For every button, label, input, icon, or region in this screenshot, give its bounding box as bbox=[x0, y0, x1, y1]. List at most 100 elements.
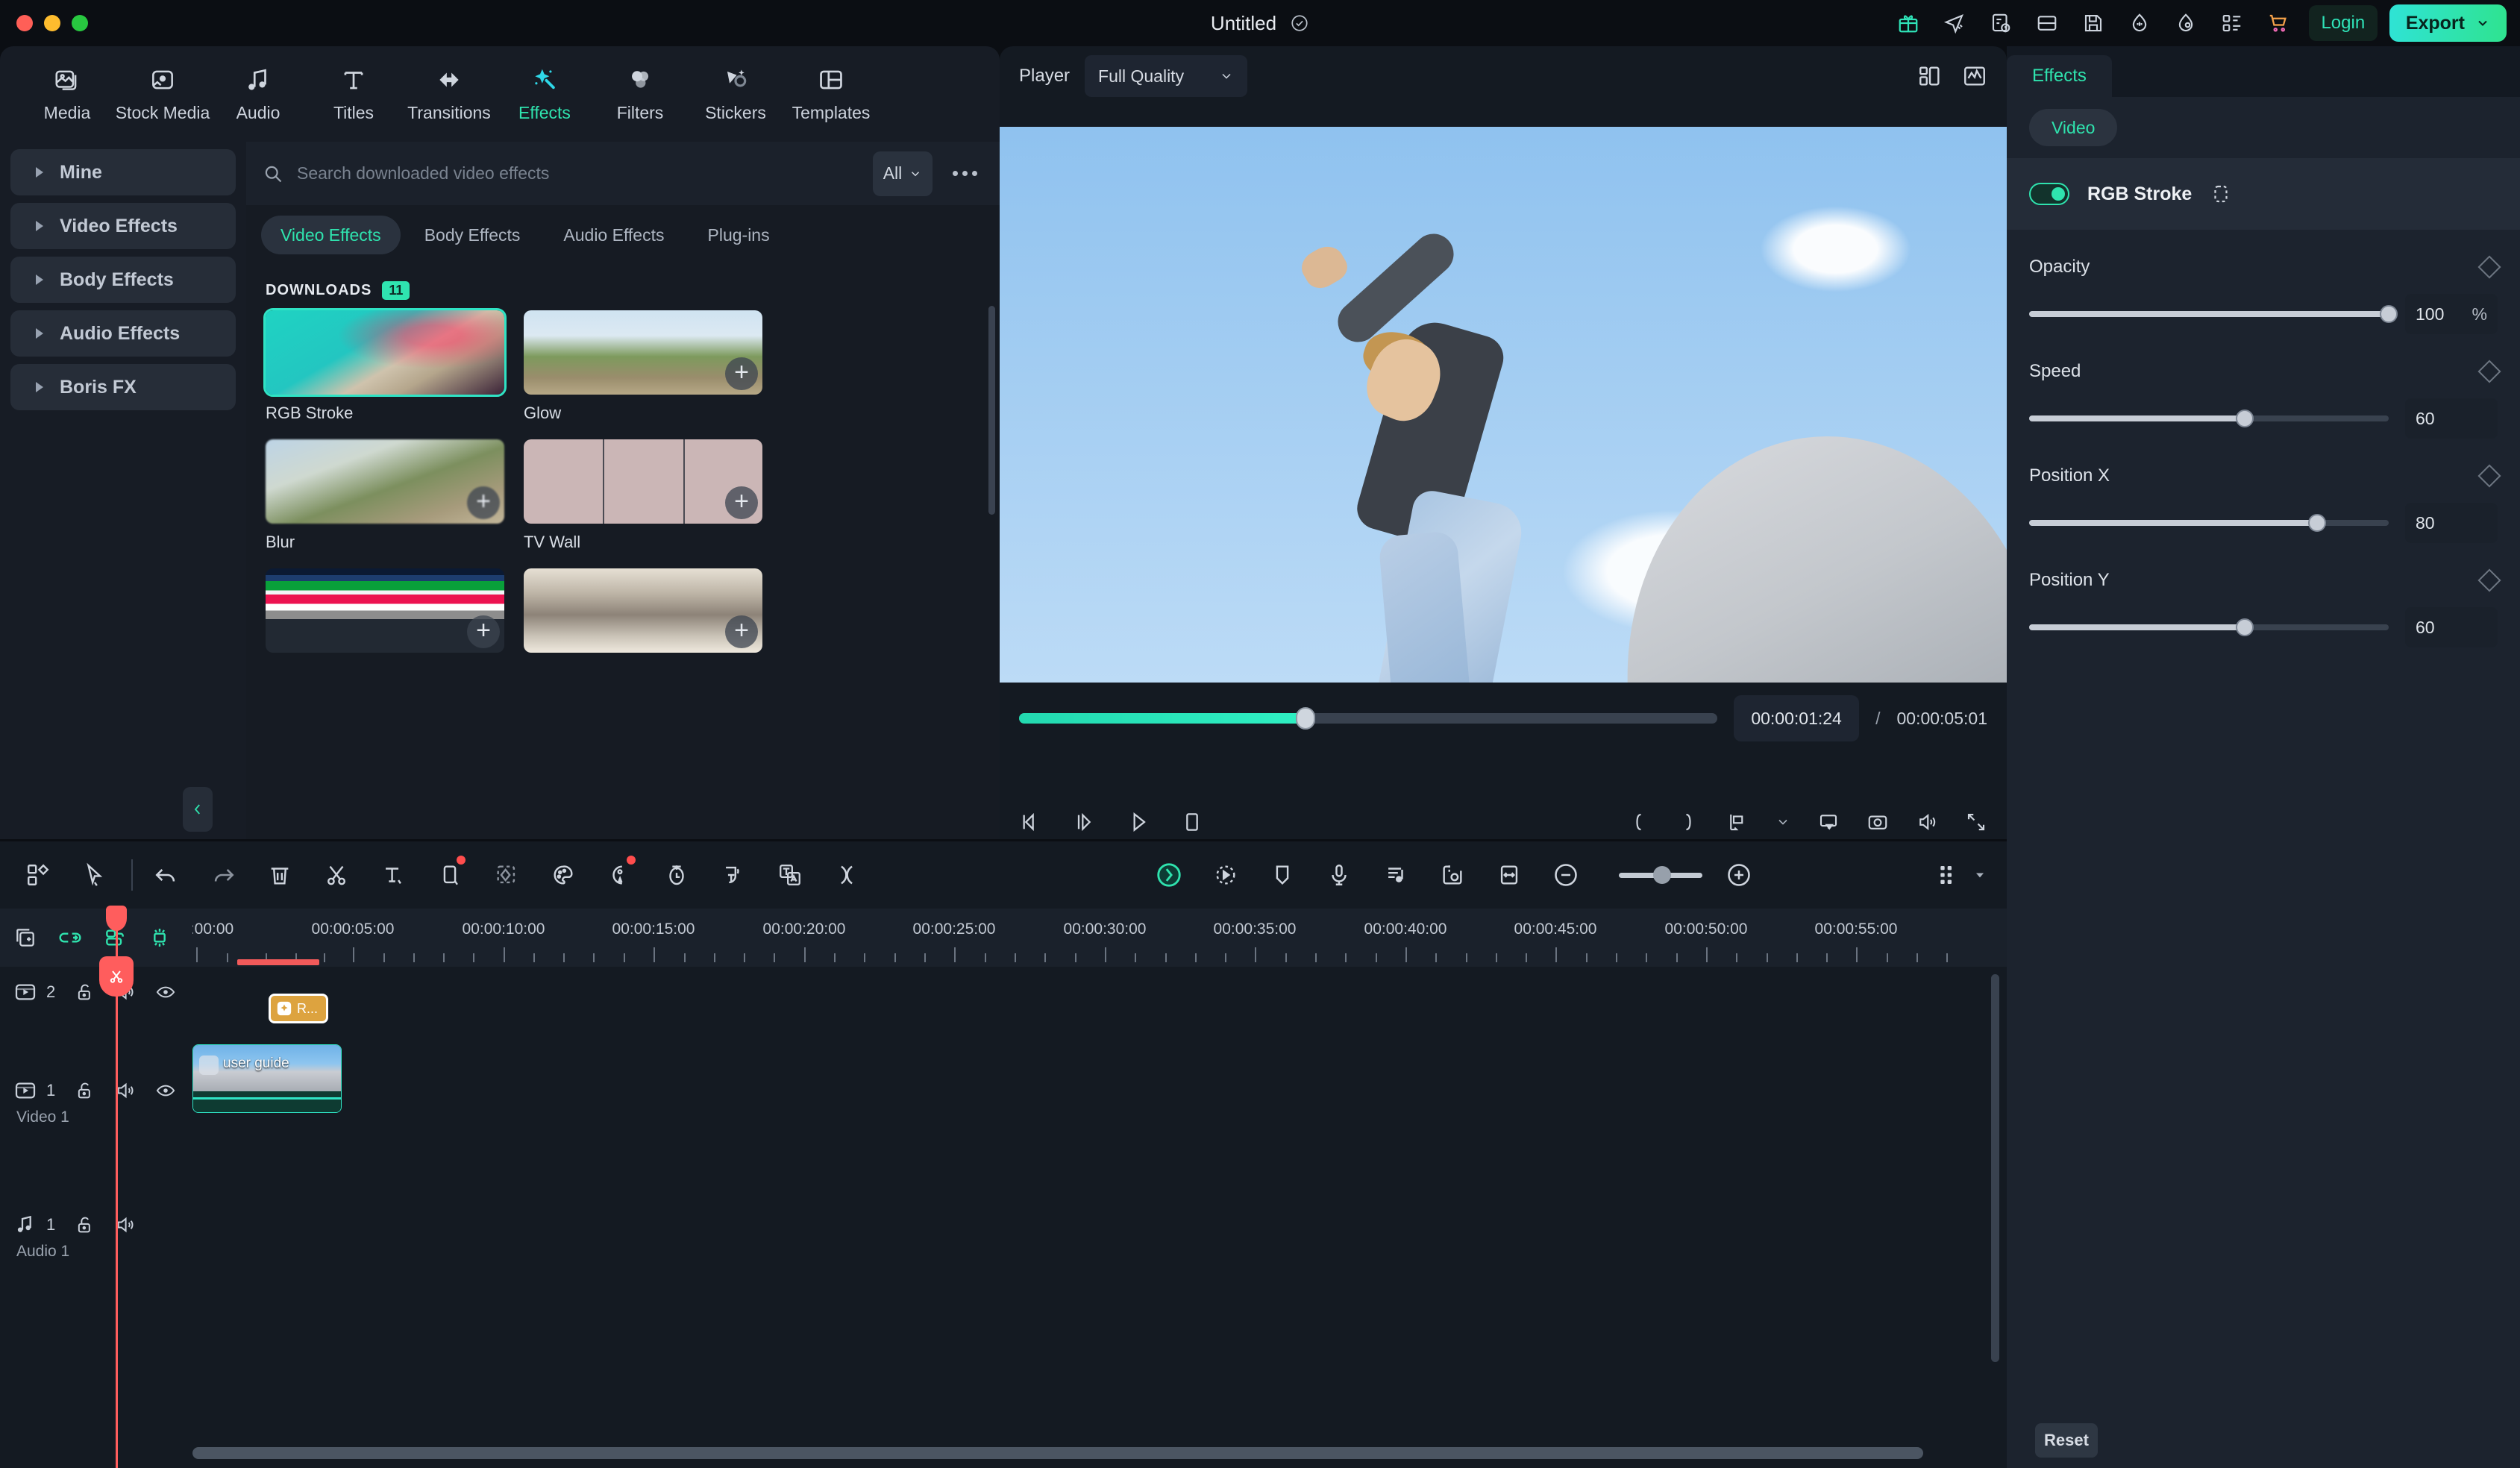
tab-effects[interactable]: Effects bbox=[2007, 55, 2112, 97]
current-time[interactable]: 00:00:01:24 bbox=[1734, 695, 1860, 741]
keyframe-diamond-icon[interactable] bbox=[2477, 255, 2501, 279]
track-header-video-1[interactable]: 1 Video 1 bbox=[0, 1079, 192, 1126]
ai-audio-icon[interactable] bbox=[600, 855, 640, 895]
effect-card-rgb-stroke[interactable]: RGB Stroke bbox=[263, 308, 507, 423]
zoom-out-icon[interactable] bbox=[1546, 855, 1586, 895]
ai-ball-icon[interactable] bbox=[1149, 855, 1189, 895]
effect-card-blur[interactable]: + Blur bbox=[266, 439, 504, 552]
mark-out-icon[interactable] bbox=[1677, 811, 1699, 833]
apps-icon[interactable] bbox=[2209, 0, 2255, 46]
marker-icon[interactable] bbox=[1262, 855, 1303, 895]
minimize-window-button[interactable] bbox=[44, 15, 60, 31]
position-y-slider[interactable] bbox=[2029, 618, 2389, 636]
auto-ripple-icon[interactable] bbox=[148, 926, 172, 950]
timeline-options-icon[interactable] bbox=[1937, 863, 1960, 887]
sidebar-item-mine[interactable]: Mine bbox=[10, 149, 236, 195]
browser-scrollbar[interactable] bbox=[988, 306, 995, 515]
play-icon[interactable] bbox=[1126, 810, 1150, 834]
crop-icon[interactable] bbox=[430, 855, 470, 895]
speed-value-input[interactable]: 60 bbox=[2405, 398, 2498, 439]
chip-video[interactable]: Video bbox=[2029, 109, 2118, 146]
filter-all-dropdown[interactable]: All bbox=[873, 151, 933, 196]
collapse-sidebar-button[interactable] bbox=[183, 787, 213, 832]
track-header-video-2[interactable]: 2 bbox=[0, 980, 192, 1004]
speed-icon[interactable] bbox=[656, 855, 697, 895]
tab-video-effects[interactable]: Video Effects bbox=[261, 216, 401, 254]
color-palette-icon[interactable] bbox=[543, 855, 583, 895]
video-preview[interactable] bbox=[1000, 127, 2007, 683]
layout-grid-icon[interactable] bbox=[1917, 63, 1943, 89]
keyframe-diamond-icon[interactable] bbox=[2477, 568, 2501, 592]
fullscreen-icon[interactable] bbox=[1965, 811, 1987, 833]
nav-item-templates[interactable]: Templates bbox=[783, 53, 879, 135]
tab-audio-effects[interactable]: Audio Effects bbox=[544, 216, 683, 254]
window-traffic-lights[interactable] bbox=[16, 15, 88, 31]
waveform-scope-icon[interactable] bbox=[1962, 63, 1987, 89]
nav-item-effects[interactable]: Effects bbox=[497, 53, 592, 135]
feedback-icon[interactable] bbox=[1978, 0, 2024, 46]
stop-icon[interactable] bbox=[1180, 810, 1204, 834]
download-icon[interactable] bbox=[2116, 0, 2163, 46]
tab-plug-ins[interactable]: Plug-ins bbox=[689, 216, 789, 254]
auto-caption-icon[interactable] bbox=[713, 855, 753, 895]
nav-item-titles[interactable]: Titles bbox=[306, 53, 401, 135]
sidebar-item-body-effects[interactable]: Body Effects bbox=[10, 257, 236, 303]
track-header-audio-1[interactable]: 1 Audio 1 bbox=[0, 1213, 192, 1261]
sidebar-item-audio-effects[interactable]: Audio Effects bbox=[10, 310, 236, 357]
zoom-in-icon[interactable] bbox=[1719, 855, 1759, 895]
select-pointer-icon[interactable] bbox=[75, 855, 115, 895]
chevron-down-icon[interactable] bbox=[1972, 868, 1987, 882]
timeline-zoom-slider[interactable] bbox=[1619, 865, 1702, 884]
sidebar-item-video-effects[interactable]: Video Effects bbox=[10, 203, 236, 249]
nav-item-audio[interactable]: Audio bbox=[210, 53, 306, 135]
layout-icon[interactable] bbox=[2024, 0, 2070, 46]
opacity-value-input[interactable]: 100 % bbox=[2405, 294, 2498, 334]
translate-icon[interactable] bbox=[770, 855, 810, 895]
mark-in-icon[interactable] bbox=[1628, 811, 1650, 833]
lock-icon[interactable] bbox=[75, 1214, 95, 1235]
reset-button[interactable]: Reset bbox=[2035, 1423, 2098, 1458]
mute-icon[interactable] bbox=[115, 1214, 136, 1235]
add-effect-icon[interactable]: + bbox=[725, 486, 758, 519]
nav-item-transitions[interactable]: Transitions bbox=[401, 53, 497, 135]
maximize-window-button[interactable] bbox=[72, 15, 88, 31]
add-effect-icon[interactable]: + bbox=[467, 615, 500, 648]
playhead-split-button[interactable] bbox=[99, 956, 134, 997]
detach-audio-icon[interactable] bbox=[827, 855, 867, 895]
chevron-down-icon[interactable] bbox=[1775, 815, 1790, 829]
seek-handle[interactable] bbox=[1295, 707, 1315, 730]
effect-card-glitch[interactable]: + bbox=[266, 568, 504, 653]
export-button[interactable]: Export bbox=[2389, 4, 2507, 42]
more-horizontal-icon[interactable] bbox=[946, 171, 983, 176]
lock-icon[interactable] bbox=[75, 1080, 95, 1101]
headset-icon[interactable] bbox=[2163, 0, 2209, 46]
player-seek-slider[interactable] bbox=[1019, 707, 1718, 730]
effect-card-tv-wall[interactable]: + TV Wall bbox=[524, 439, 762, 552]
timeline-ruler[interactable]: :00:00 00:00:05:00 00:00:10:00 00:00:15:… bbox=[192, 909, 2007, 967]
timeline-horizontal-scrollbar[interactable] bbox=[192, 1447, 1923, 1459]
add-track-icon[interactable] bbox=[13, 926, 37, 950]
effect-card-sketch[interactable]: + bbox=[524, 568, 762, 653]
lock-icon[interactable] bbox=[75, 982, 95, 1003]
volume-icon[interactable] bbox=[1916, 811, 1938, 833]
mask-icon[interactable] bbox=[486, 855, 527, 895]
eye-icon[interactable] bbox=[155, 982, 176, 1003]
add-effect-icon[interactable]: + bbox=[725, 615, 758, 648]
green-screen-icon[interactable] bbox=[1432, 855, 1473, 895]
split-scissors-icon[interactable] bbox=[316, 855, 357, 895]
cart-icon[interactable] bbox=[2255, 0, 2301, 46]
keyframe-diamond-icon[interactable] bbox=[2477, 360, 2501, 383]
text-icon[interactable] bbox=[373, 855, 413, 895]
keyframe-diamond-icon[interactable] bbox=[2477, 464, 2501, 488]
close-window-button[interactable] bbox=[16, 15, 33, 31]
fit-timeline-icon[interactable] bbox=[1489, 855, 1529, 895]
nav-item-media[interactable]: Media bbox=[19, 53, 115, 135]
prev-frame-icon[interactable] bbox=[1019, 810, 1043, 834]
playhead-handle[interactable] bbox=[106, 906, 127, 931]
eye-icon[interactable] bbox=[155, 1080, 176, 1101]
nav-item-filters[interactable]: Filters bbox=[592, 53, 688, 135]
nav-item-stickers[interactable]: Stickers bbox=[688, 53, 783, 135]
effect-enable-toggle[interactable] bbox=[2029, 183, 2069, 205]
playhead[interactable] bbox=[99, 906, 134, 1468]
redo-icon[interactable] bbox=[203, 855, 243, 895]
